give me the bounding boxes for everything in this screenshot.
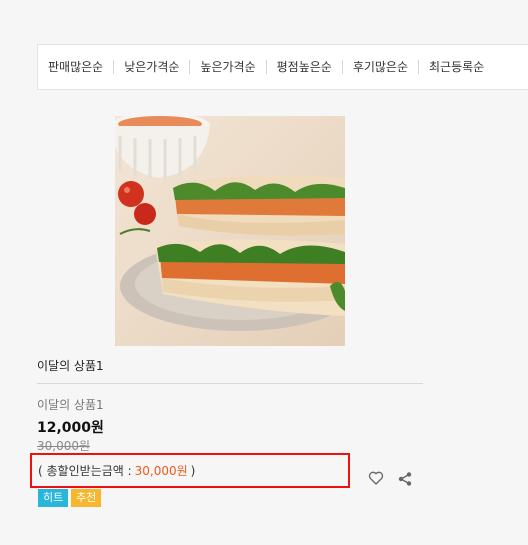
sandwich-photo: [115, 116, 345, 346]
sale-price: 12,000원: [37, 420, 104, 436]
total-discount-box: ( 총할인받는금액 : 30,000원 ): [30, 453, 350, 488]
tag-recommend: 추천: [71, 489, 102, 507]
sort-option-rating[interactable]: 평점높은순: [267, 60, 342, 74]
tag-hit: 히트: [38, 489, 69, 507]
discount-close-paren: ): [190, 463, 196, 478]
sort-option-high-price[interactable]: 높은가격순: [190, 60, 265, 74]
discount-amount: 30,000원: [134, 464, 188, 478]
sort-option-newest[interactable]: 최근등록순: [419, 60, 494, 74]
product-name[interactable]: 이달의 상품1: [37, 357, 104, 374]
product-subtitle: 이달의 상품1: [37, 398, 104, 412]
product-image[interactable]: [115, 116, 345, 346]
heart-icon[interactable]: [368, 470, 384, 486]
share-icon[interactable]: [398, 471, 412, 486]
sort-option-best-selling[interactable]: 판매많은순: [48, 60, 113, 74]
sort-option-low-price[interactable]: 낮은가격순: [114, 60, 189, 74]
sort-bar: 판매많은순 낮은가격순 높은가격순 평점높은순 후기많은순 최근등록순: [37, 44, 528, 90]
discount-label: ( 총할인받는금액 :: [38, 464, 132, 478]
divider: [37, 383, 423, 384]
original-price: 30,000원: [37, 439, 91, 453]
sort-option-reviews[interactable]: 후기많은순: [343, 60, 418, 74]
